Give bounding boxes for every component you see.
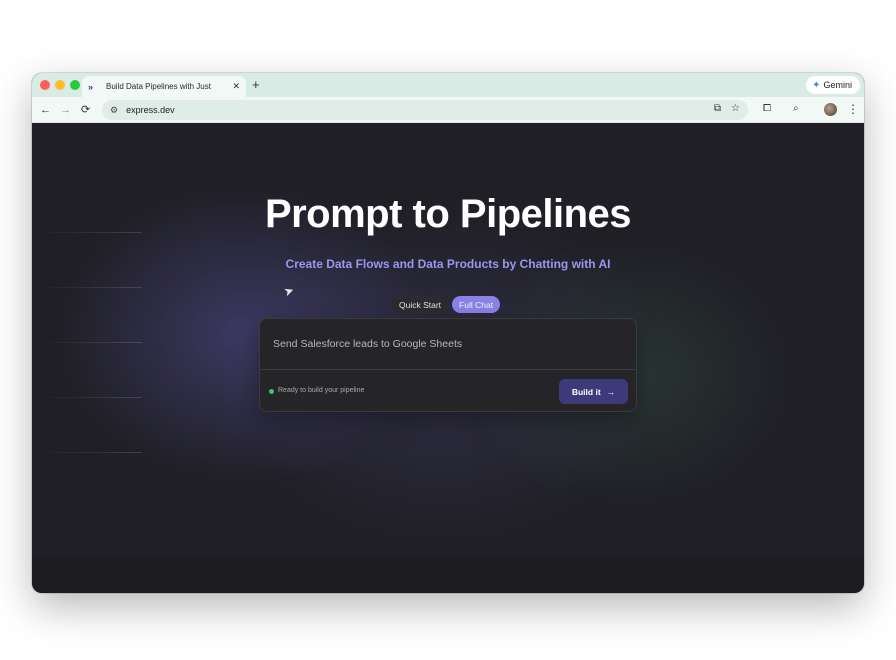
tab-full-chat[interactable]: Full Chat [452, 296, 501, 313]
hero-subtitle: Create Data Flows and Data Products by C… [285, 257, 611, 271]
tab-bar: » Build Data Pipelines with Just ✕ + ✦ G… [32, 73, 864, 97]
page-content: Prompt to Pipelines Create Data Flows an… [32, 124, 864, 593]
decorative-line [32, 397, 142, 398]
browser-tab[interactable]: » Build Data Pipelines with Just ✕ [82, 76, 246, 97]
hero-title: Prompt to Pipelines [264, 192, 632, 236]
decorative-line [32, 287, 142, 288]
forward-arrow-icon[interactable]: → [60, 102, 71, 118]
status-dot [269, 389, 274, 394]
new-tab-button[interactable]: + [252, 78, 260, 92]
maximize-window-button[interactable] [70, 80, 80, 90]
profile-avatar[interactable] [824, 103, 837, 116]
tab-title: Build Data Pipelines with Just [106, 82, 211, 91]
puzzle-icon[interactable]: ⧠ [763, 103, 771, 114]
browser-toolbar: ← → ⟳ ⚙ express.dev ⧉ ☆ ⧠ ⌕ ⋮ [32, 97, 864, 123]
build-it-button[interactable]: Build it → [559, 379, 628, 404]
install-app-icon[interactable]: ⧉ [714, 103, 721, 114]
minimize-window-button[interactable] [55, 80, 65, 90]
site-info-icon[interactable]: ⚙ [110, 105, 118, 116]
tab-close-icon[interactable]: ✕ [232, 81, 240, 92]
arrow-right-icon: → [606, 386, 616, 397]
page-footer-band [32, 558, 864, 593]
gemini-button[interactable]: ✦ Gemini [806, 76, 860, 94]
mode-tabs: Quick Start Full Chat [392, 296, 501, 313]
url-text: express.dev [126, 105, 175, 115]
back-arrow-icon[interactable]: ← [40, 102, 51, 118]
reload-icon[interactable]: ⟳ [81, 102, 90, 118]
mouse-cursor-icon: ➤ [281, 282, 297, 300]
build-it-label: Build it [571, 386, 601, 397]
kebab-menu-icon[interactable]: ⋮ [847, 102, 859, 116]
divider [260, 369, 636, 370]
status-text: Ready to build your pipeline [278, 387, 365, 394]
prompt-input[interactable] [260, 319, 636, 369]
tab-quick-start[interactable]: Quick Start [392, 296, 449, 313]
chat-card: Ready to build your pipeline Build it → [259, 318, 637, 412]
star-icon[interactable]: ☆ [731, 103, 740, 114]
decorative-line [32, 452, 142, 453]
decorative-line [32, 342, 142, 343]
address-bar-actions: ⧉ ☆ [714, 103, 740, 114]
gemini-sparkle-icon: ✦ [812, 79, 821, 91]
close-window-button[interactable] [40, 80, 50, 90]
browser-window: » Build Data Pipelines with Just ✕ + ✦ G… [32, 73, 864, 593]
site-favicon-icon: » [88, 81, 93, 92]
gemini-label: Gemini [823, 80, 852, 90]
tab-search-icon[interactable]: ⌕ [793, 103, 799, 114]
address-bar[interactable]: ⚙ express.dev ⧉ ☆ [102, 100, 748, 120]
